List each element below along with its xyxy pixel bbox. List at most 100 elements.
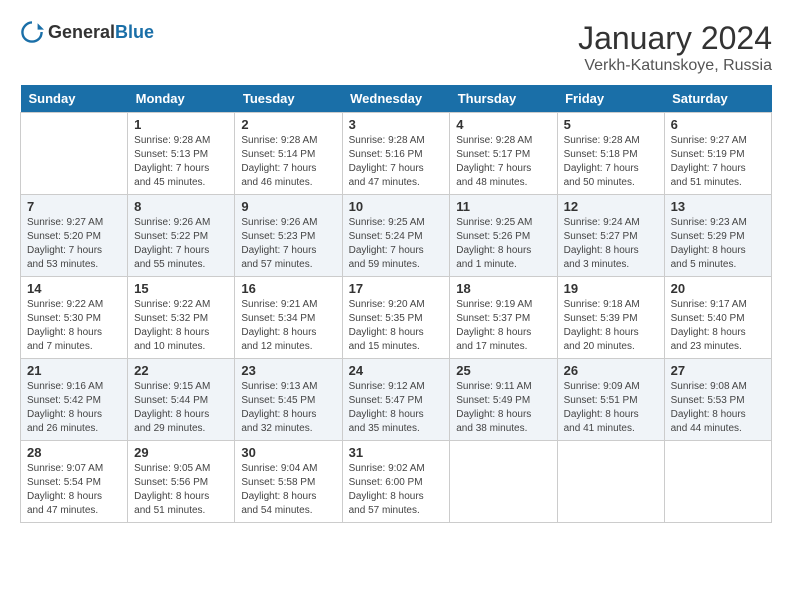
day-info: Sunrise: 9:12 AM Sunset: 5:47 PM Dayligh… xyxy=(349,380,444,436)
calendar-day-11: 11 Sunrise: 9:25 AM Sunset: 5:26 PM Dayli… xyxy=(450,195,557,277)
day-header-tuesday: Tuesday xyxy=(235,85,342,113)
day-info: Sunrise: 9:28 AM Sunset: 5:17 PM Dayligh… xyxy=(456,134,550,190)
day-number: 20 xyxy=(671,281,765,296)
day-number: 11 xyxy=(456,199,550,214)
day-info: Sunrise: 9:27 AM Sunset: 5:19 PM Dayligh… xyxy=(671,134,765,190)
calendar-table: SundayMondayTuesdayWednesdayThursdayFrid… xyxy=(20,85,772,523)
day-number: 1 xyxy=(134,117,228,132)
day-info: Sunrise: 9:23 AM Sunset: 5:29 PM Dayligh… xyxy=(671,216,765,272)
day-info: Sunrise: 9:05 AM Sunset: 5:56 PM Dayligh… xyxy=(134,462,228,518)
day-number: 9 xyxy=(241,199,335,214)
day-header-saturday: Saturday xyxy=(664,85,771,113)
day-number: 13 xyxy=(671,199,765,214)
day-header-thursday: Thursday xyxy=(450,85,557,113)
calendar-day-14: 14 Sunrise: 9:22 AM Sunset: 5:30 PM Dayli… xyxy=(21,277,128,359)
day-header-sunday: Sunday xyxy=(21,85,128,113)
day-info: Sunrise: 9:25 AM Sunset: 5:24 PM Dayligh… xyxy=(349,216,444,272)
calendar-day-31: 31 Sunrise: 9:02 AM Sunset: 6:00 PM Dayli… xyxy=(342,441,450,523)
calendar-day-23: 23 Sunrise: 9:13 AM Sunset: 5:45 PM Dayli… xyxy=(235,359,342,441)
calendar-day-15: 15 Sunrise: 9:22 AM Sunset: 5:32 PM Dayli… xyxy=(128,277,235,359)
day-number: 26 xyxy=(564,363,658,378)
logo-icon xyxy=(20,20,44,44)
empty-cell xyxy=(664,441,771,523)
day-info: Sunrise: 9:02 AM Sunset: 6:00 PM Dayligh… xyxy=(349,462,444,518)
location-title: Verkh-Katunskoye, Russia xyxy=(578,57,772,75)
calendar-day-17: 17 Sunrise: 9:20 AM Sunset: 5:35 PM Dayli… xyxy=(342,277,450,359)
day-number: 12 xyxy=(564,199,658,214)
day-number: 23 xyxy=(241,363,335,378)
day-number: 27 xyxy=(671,363,765,378)
logo-text-blue: Blue xyxy=(115,22,154,42)
day-info: Sunrise: 9:28 AM Sunset: 5:13 PM Dayligh… xyxy=(134,134,228,190)
day-info: Sunrise: 9:19 AM Sunset: 5:37 PM Dayligh… xyxy=(456,298,550,354)
day-number: 2 xyxy=(241,117,335,132)
calendar-day-29: 29 Sunrise: 9:05 AM Sunset: 5:56 PM Dayli… xyxy=(128,441,235,523)
calendar-day-10: 10 Sunrise: 9:25 AM Sunset: 5:24 PM Dayli… xyxy=(342,195,450,277)
day-number: 3 xyxy=(349,117,444,132)
day-number: 22 xyxy=(134,363,228,378)
day-info: Sunrise: 9:16 AM Sunset: 5:42 PM Dayligh… xyxy=(27,380,121,436)
day-header-wednesday: Wednesday xyxy=(342,85,450,113)
calendar-day-8: 8Sunrise: 9:26 AM Sunset: 5:22 PM Daylig… xyxy=(128,195,235,277)
day-number: 31 xyxy=(349,445,444,460)
day-info: Sunrise: 9:24 AM Sunset: 5:27 PM Dayligh… xyxy=(564,216,658,272)
calendar-day-18: 18 Sunrise: 9:19 AM Sunset: 5:37 PM Dayli… xyxy=(450,277,557,359)
calendar-day-9: 9 Sunrise: 9:26 AM Sunset: 5:23 PM Daylig… xyxy=(235,195,342,277)
day-number: 17 xyxy=(349,281,444,296)
day-number: 18 xyxy=(456,281,550,296)
calendar-day-21: 21 Sunrise: 9:16 AM Sunset: 5:42 PM Dayli… xyxy=(21,359,128,441)
day-number: 25 xyxy=(456,363,550,378)
calendar-day-16: 16 Sunrise: 9:21 AM Sunset: 5:34 PM Dayli… xyxy=(235,277,342,359)
day-info: Sunrise: 9:28 AM Sunset: 5:14 PM Dayligh… xyxy=(241,134,335,190)
day-info: Sunrise: 9:25 AM Sunset: 5:26 PM Dayligh… xyxy=(456,216,550,272)
empty-cell xyxy=(450,441,557,523)
day-info: Sunrise: 9:28 AM Sunset: 5:18 PM Dayligh… xyxy=(564,134,658,190)
day-info: Sunrise: 9:18 AM Sunset: 5:39 PM Dayligh… xyxy=(564,298,658,354)
day-info: Sunrise: 9:26 AM Sunset: 5:23 PM Dayligh… xyxy=(241,216,335,272)
day-number: 29 xyxy=(134,445,228,460)
day-info: Sunrise: 9:27 AM Sunset: 5:20 PM Dayligh… xyxy=(27,216,121,272)
calendar-day-4: 4 Sunrise: 9:28 AM Sunset: 5:17 PM Daylig… xyxy=(450,113,557,195)
calendar-day-12: 12 Sunrise: 9:24 AM Sunset: 5:27 PM Dayli… xyxy=(557,195,664,277)
calendar-day-1: 1 Sunrise: 9:28 AM Sunset: 5:13 PM Daylig… xyxy=(128,113,235,195)
calendar-day-5: 5 Sunrise: 9:28 AM Sunset: 5:18 PM Daylig… xyxy=(557,113,664,195)
day-info: Sunrise: 9:07 AM Sunset: 5:54 PM Dayligh… xyxy=(27,462,121,518)
day-info: Sunrise: 9:22 AM Sunset: 5:32 PM Dayligh… xyxy=(134,298,228,354)
day-number: 15 xyxy=(134,281,228,296)
day-info: Sunrise: 9:21 AM Sunset: 5:34 PM Dayligh… xyxy=(241,298,335,354)
day-info: Sunrise: 9:13 AM Sunset: 5:45 PM Dayligh… xyxy=(241,380,335,436)
day-number: 10 xyxy=(349,199,444,214)
calendar-day-26: 26 Sunrise: 9:09 AM Sunset: 5:51 PM Dayli… xyxy=(557,359,664,441)
day-number: 7 xyxy=(27,199,121,214)
title-block: January 2024 Verkh-Katunskoye, Russia xyxy=(578,20,772,75)
day-number: 24 xyxy=(349,363,444,378)
day-info: Sunrise: 9:22 AM Sunset: 5:30 PM Dayligh… xyxy=(27,298,121,354)
day-info: Sunrise: 9:20 AM Sunset: 5:35 PM Dayligh… xyxy=(349,298,444,354)
page-header: GeneralBlue January 2024 Verkh-Katunskoy… xyxy=(20,20,772,75)
day-number: 5 xyxy=(564,117,658,132)
day-info: Sunrise: 9:08 AM Sunset: 5:53 PM Dayligh… xyxy=(671,380,765,436)
day-number: 8 xyxy=(134,199,228,214)
day-number: 16 xyxy=(241,281,335,296)
calendar-day-3: 3 Sunrise: 9:28 AM Sunset: 5:16 PM Daylig… xyxy=(342,113,450,195)
day-info: Sunrise: 9:04 AM Sunset: 5:58 PM Dayligh… xyxy=(241,462,335,518)
day-number: 4 xyxy=(456,117,550,132)
calendar-day-22: 22 Sunrise: 9:15 AM Sunset: 5:44 PM Dayli… xyxy=(128,359,235,441)
day-number: 14 xyxy=(27,281,121,296)
day-info: Sunrise: 9:09 AM Sunset: 5:51 PM Dayligh… xyxy=(564,380,658,436)
day-info: Sunrise: 9:28 AM Sunset: 5:16 PM Dayligh… xyxy=(349,134,444,190)
calendar-day-20: 20 Sunrise: 9:17 AM Sunset: 5:40 PM Dayli… xyxy=(664,277,771,359)
day-number: 21 xyxy=(27,363,121,378)
logo-text-general: General xyxy=(48,22,115,42)
logo: GeneralBlue xyxy=(20,20,154,44)
day-info: Sunrise: 9:15 AM Sunset: 5:44 PM Dayligh… xyxy=(134,380,228,436)
calendar-day-7: 7 Sunrise: 9:27 AM Sunset: 5:20 PM Daylig… xyxy=(21,195,128,277)
day-header-monday: Monday xyxy=(128,85,235,113)
day-info: Sunrise: 9:11 AM Sunset: 5:49 PM Dayligh… xyxy=(456,380,550,436)
calendar-day-2: 2 Sunrise: 9:28 AM Sunset: 5:14 PM Daylig… xyxy=(235,113,342,195)
calendar-day-25: 25 Sunrise: 9:11 AM Sunset: 5:49 PM Dayli… xyxy=(450,359,557,441)
day-header-friday: Friday xyxy=(557,85,664,113)
calendar-day-13: 13 Sunrise: 9:23 AM Sunset: 5:29 PM Dayli… xyxy=(664,195,771,277)
day-number: 19 xyxy=(564,281,658,296)
day-info: Sunrise: 9:17 AM Sunset: 5:40 PM Dayligh… xyxy=(671,298,765,354)
